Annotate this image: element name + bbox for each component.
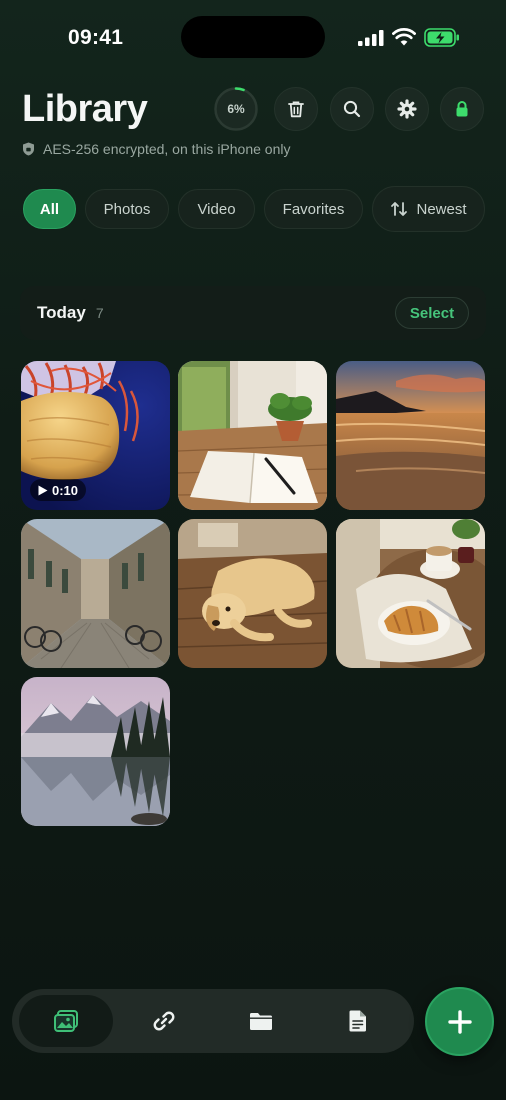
trash-button[interactable]	[274, 87, 318, 131]
filter-chip-label: All	[39, 200, 60, 218]
video-duration-badge: 0:10	[30, 479, 87, 501]
lock-icon	[456, 101, 468, 117]
storage-progress-label: 6%	[227, 102, 245, 116]
media-tile-cobblestone-street[interactable]	[21, 519, 170, 668]
bottom-tab-bar	[12, 989, 414, 1053]
tab-folders[interactable]	[214, 995, 308, 1047]
play-icon	[38, 485, 48, 495]
street-thumbnail	[21, 519, 170, 668]
section-header-today: Today 7 Select	[20, 286, 486, 340]
media-tile-jellyfish[interactable]: 0:10	[21, 361, 170, 510]
status-time: 09:41	[68, 26, 124, 49]
folder-icon	[250, 1013, 272, 1030]
coffee-thumbnail	[336, 519, 485, 668]
media-tile-coffee-and-croissant[interactable]	[336, 519, 485, 668]
shield-icon	[23, 142, 34, 156]
search-button[interactable]	[330, 87, 374, 131]
tab-photos[interactable]	[19, 995, 113, 1047]
filter-chip-label: Favorites	[282, 200, 345, 218]
photos-icon	[54, 1010, 78, 1032]
media-tile-beach-sunset[interactable]	[336, 361, 485, 510]
beach-sunset-thumbnail	[336, 361, 485, 510]
lock-button[interactable]	[440, 87, 484, 131]
filter-chip-label: Photos	[103, 200, 151, 218]
tab-links[interactable]	[117, 995, 211, 1047]
page-title: Library	[22, 88, 148, 130]
link-icon	[153, 1011, 175, 1031]
settings-button[interactable]	[385, 87, 429, 131]
media-tile-misty-mountain-lake[interactable]	[21, 677, 170, 826]
filter-chip-video[interactable]: Video	[178, 189, 255, 229]
document-icon	[349, 1010, 366, 1032]
media-tile-golden-retriever[interactable]	[178, 519, 327, 668]
sort-arrows-icon	[391, 202, 408, 216]
video-duration: 0:10	[52, 482, 79, 498]
filter-chip-all[interactable]: All	[23, 189, 76, 229]
notebook-thumbnail	[178, 361, 327, 510]
battery-charging-icon	[424, 28, 459, 47]
wifi-icon	[392, 28, 416, 46]
status-bar: 09:41	[0, 0, 506, 70]
search-icon	[343, 100, 361, 118]
cellular-signal-icon	[358, 30, 384, 46]
trash-icon	[288, 101, 304, 118]
section-title: Today	[37, 303, 86, 322]
encryption-subtitle: AES-256 encrypted, on this iPhone only	[22, 141, 291, 157]
select-button[interactable]: Select	[395, 297, 469, 329]
filter-chip-label: Video	[197, 200, 236, 218]
gear-icon	[397, 99, 417, 119]
tab-documents[interactable]	[311, 995, 405, 1047]
filter-chip-favorites[interactable]: Favorites	[264, 189, 363, 229]
subtitle-text: AES-256 encrypted, on this iPhone only	[43, 141, 291, 157]
section-count: 7	[95, 305, 104, 321]
sort-button[interactable]: Newest	[372, 186, 485, 232]
mountain-lake-thumbnail	[21, 677, 170, 826]
plus-icon	[447, 1009, 472, 1034]
dynamic-island	[181, 16, 325, 58]
add-button[interactable]	[425, 987, 494, 1056]
media-tile-notebook-and-plant[interactable]	[178, 361, 327, 510]
filter-chip-photos[interactable]: Photos	[85, 189, 169, 229]
dog-thumbnail	[178, 519, 327, 668]
sort-label: Newest	[416, 200, 467, 218]
